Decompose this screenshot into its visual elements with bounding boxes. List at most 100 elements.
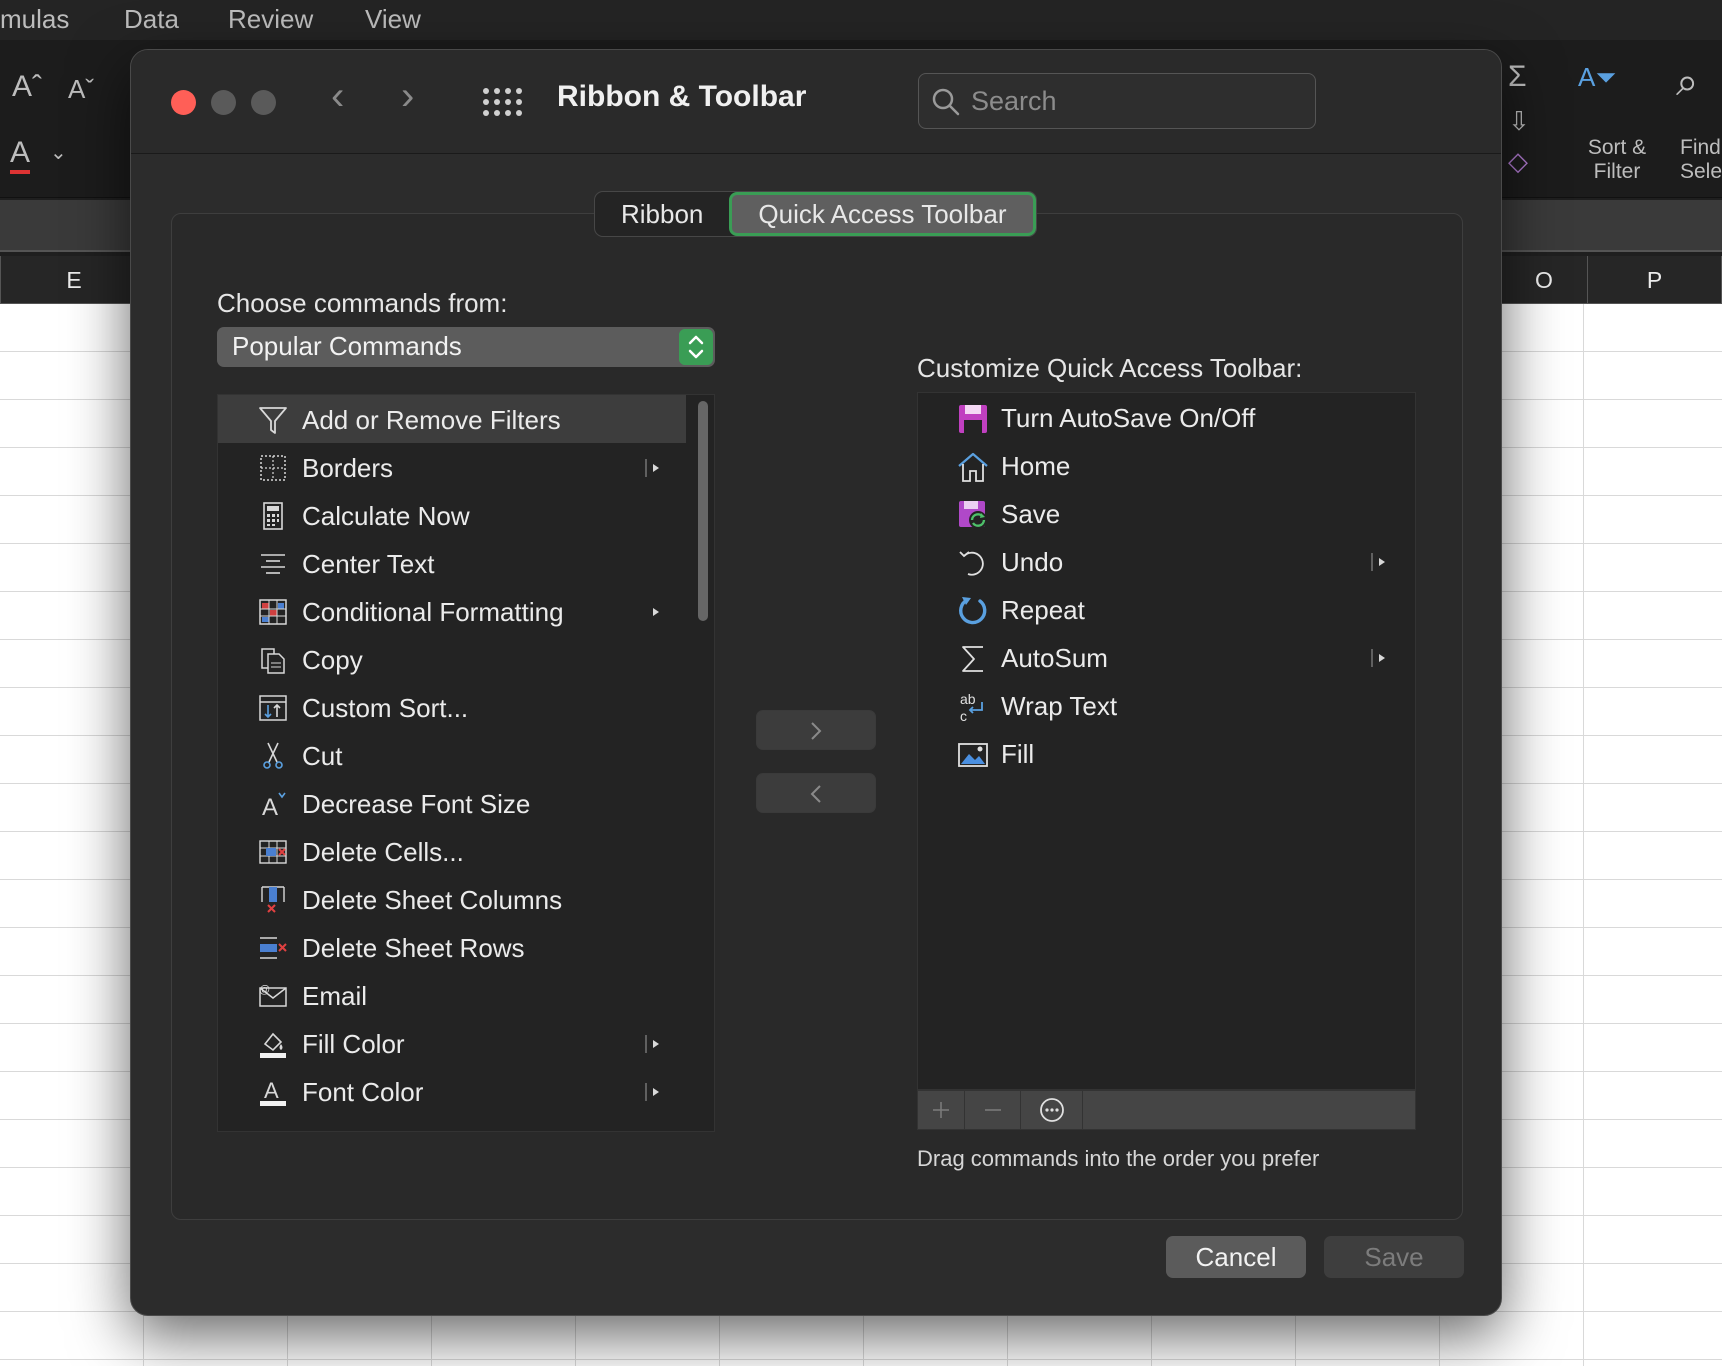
search-field[interactable] [918,73,1316,129]
borders-icon [260,455,286,481]
scissors-icon [263,742,283,769]
list-item[interactable]: Delete Sheet Rows [218,923,686,971]
save-button[interactable]: Save [1324,1236,1464,1278]
commands-list[interactable]: Add or Remove Filters Borders Calculate … [217,394,715,1132]
chevron-down-icon[interactable]: ⌄ [50,140,67,165]
menu-review[interactable]: Review [228,4,313,35]
list-item-label: Borders [302,453,394,483]
back-chevron-icon[interactable]: ‹ [331,74,344,119]
fill-down-icon[interactable]: ⇩ [1508,106,1530,137]
more-options-button[interactable] [1021,1091,1083,1129]
close-window-button[interactable] [171,90,196,115]
delete-columns-icon [261,886,285,913]
forward-chevron-icon[interactable]: › [401,74,414,119]
increase-font-icon[interactable]: Aˆ [12,70,42,104]
font-color-icon: A [260,1078,286,1106]
list-item-label: Copy [302,645,363,675]
list-item-label: Conditional Formatting [302,597,564,627]
list-item[interactable]: Add or Remove Filters [218,395,686,443]
sort-filter-label-2: Filter [1593,160,1641,183]
submenu-arrow-icon [653,608,659,616]
submenu-arrow-icon [645,1083,659,1101]
column-header-p[interactable]: P [1588,256,1722,304]
menu-view[interactable]: View [365,4,421,35]
tab-ribbon[interactable]: Ribbon [595,192,729,236]
list-item[interactable]: Delete Sheet Columns [218,875,686,923]
list-item-label: Delete Sheet Rows [302,933,525,963]
autosave-icon [959,405,987,433]
ellipsis-circle-icon [1039,1098,1064,1122]
cancel-button[interactable]: Cancel [1166,1236,1306,1278]
decrease-font-icon[interactable]: Aˇ [68,74,94,105]
sort-filter-button[interactable]: Sort & Filter [1572,136,1662,184]
decrease-font-icon: A [262,792,286,820]
list-item[interactable]: AutoSum [918,633,1415,681]
list-item[interactable]: Home [918,441,1415,489]
find-label-2: Sele [1680,160,1722,183]
sort-filter-label-1: Sort & [1587,136,1647,159]
add-item-button[interactable] [918,1091,965,1129]
list-item-label: Repeat [1001,595,1085,625]
list-item[interactable]: Fill Color [218,1019,686,1067]
center-align-icon [261,554,285,574]
commands-list-items: Add or Remove Filters Borders Calculate … [218,395,686,1115]
drag-hint-text: Drag commands into the order you prefer [917,1146,1320,1171]
search-icon [932,88,960,116]
clear-icon[interactable]: ◇ [1508,146,1528,177]
find-select-button[interactable]: Find Sele [1680,136,1722,184]
plus-icon [933,1102,949,1118]
list-item[interactable]: Conditional Formatting [218,587,686,635]
list-item[interactable]: Cut [218,731,686,779]
remove-item-button[interactable] [965,1091,1021,1129]
remove-from-toolbar-button[interactable] [756,773,876,813]
add-to-toolbar-button[interactable] [756,710,876,750]
minimize-window-button[interactable] [211,90,236,115]
list-item[interactable]: Delete Cells... [218,827,686,875]
list-item-label: Save [1001,499,1061,529]
sort-filter-icon[interactable]: A⏷ [1578,62,1616,94]
font-color-icon[interactable]: A [10,136,31,174]
copy-icon [261,648,285,674]
toolbar-items-list[interactable]: Turn AutoSave On/Off Home Save Undo Repe… [917,392,1416,1090]
list-item[interactable]: Undo [918,537,1415,585]
tab-quick-access-toolbar[interactable]: Quick Access Toolbar [729,192,1036,236]
list-item[interactable]: A Font Color [218,1067,686,1115]
ribbon-toolbar-dialog: ‹ › Ribbon & Toolbar Ribbon Quick Access… [130,49,1502,1316]
list-item[interactable]: Save [918,489,1415,537]
menu-data[interactable]: Data [124,4,179,35]
list-item-label: Email [302,981,368,1011]
sigma-icon[interactable]: Σ [1508,60,1527,94]
list-item[interactable]: ab c Wrap Text [918,681,1415,729]
list-item[interactable]: Turn AutoSave On/Off [918,393,1415,441]
find-icon[interactable]: ⌕ [1676,60,1698,105]
menu-formulas[interactable]: mulas [0,4,69,35]
list-item[interactable]: @ Email [218,971,686,1019]
search-input[interactable] [971,84,1291,118]
choose-commands-label: Choose commands from: [217,288,508,318]
list-item[interactable]: Custom Sort... [218,683,686,731]
customize-toolbar-label: Customize Quick Access Toolbar: [917,353,1303,383]
list-item-label: Delete Cells... [302,837,464,867]
zoom-window-button[interactable] [251,90,276,115]
toolbar-list-actions [917,1090,1416,1130]
list-item[interactable]: Borders [218,443,686,491]
submenu-arrow-icon [1371,553,1385,571]
list-item-label: AutoSum [1001,643,1108,673]
commands-scrollbar[interactable] [698,401,708,621]
list-item[interactable]: Repeat [918,585,1415,633]
column-header-e[interactable]: E [0,256,148,304]
save-sync-icon [959,501,987,529]
list-item[interactable]: Fill [918,729,1415,777]
show-all-grid-icon[interactable] [483,88,523,116]
list-item[interactable]: A Decrease Font Size [218,779,686,827]
commands-source-select[interactable]: Popular Commands [217,327,715,367]
list-item[interactable]: Copy [218,635,686,683]
delete-rows-icon [260,937,287,959]
svg-text:A: A [262,794,278,820]
list-item[interactable]: Calculate Now [218,491,686,539]
list-item-label: Decrease Font Size [302,789,531,819]
conditional-formatting-icon [259,599,287,625]
list-item-label: Center Text [302,549,435,579]
column-header-o[interactable]: O [1500,256,1588,304]
list-item[interactable]: Center Text [218,539,686,587]
